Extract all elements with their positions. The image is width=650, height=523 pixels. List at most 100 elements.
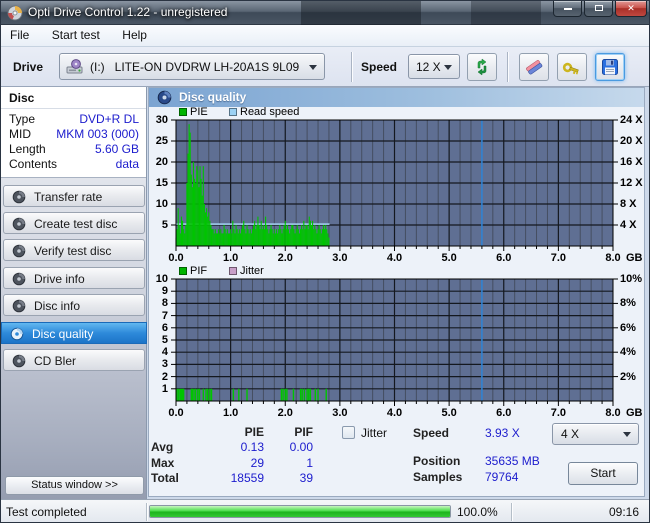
progress-percent: 100.0% [457,505,498,519]
disc-icon [12,190,26,204]
stats-avg-pie: 0.13 [240,440,264,454]
legend-swatch [229,267,237,275]
x-axis-tick: 8.0 [605,252,621,264]
stats-col-pie: PIE [244,425,264,439]
minimize-button[interactable] [553,1,582,17]
main-header: Disc quality [149,88,644,107]
erase-disc-button[interactable] [519,53,549,81]
x-axis-tick: 6.0 [496,407,512,419]
sidebar-item-disc-info[interactable]: Disc info [3,294,145,316]
save-floppy-icon [602,59,618,75]
x-axis-tick: 5.0 [441,252,457,264]
y-axis-right-tick: 4 X [620,219,637,231]
progress-bar-fill [150,506,450,517]
menu-start-test[interactable]: Start test [43,25,109,45]
disc-contents-label: Contents [9,157,58,171]
maximize-button[interactable] [584,1,613,17]
divider [511,503,512,521]
stats-total-pif: 39 [299,471,313,485]
x-axis-tick: 4.0 [386,407,403,419]
legend-jitter: Jitter [229,266,264,277]
y-axis-right-tick: 24 X [620,114,643,126]
status-window-button[interactable]: Status window >> [5,476,144,495]
disc-panel-title: Disc [9,91,35,105]
x-axis-tick: 0.0 [168,252,184,264]
drive-select-value: (I:) LITE-ON DVDRW LH-20A1S 9L09 [90,60,300,74]
stats-max-label: Max [151,456,175,470]
x-axis-tick: 1.0 [222,407,239,419]
toolbar: Drive (I:) LITE-ON DVDRW LH-20A1S 9L09 S… [1,47,649,87]
write-speed-select[interactable]: 4 X [552,423,639,445]
y-axis-left-tick: 30 [155,114,168,126]
samples-stat-value: 79764 [485,470,519,484]
x-axis-unit: GB [626,407,643,419]
start-button[interactable]: Start [568,462,638,485]
progress-bar [149,505,451,518]
sidebar-item-verify-test-disc[interactable]: Verify test disc [3,239,145,261]
sidebar-item-label: CD Bler [34,354,77,368]
title-bar[interactable]: Opti Drive Control 1.22 - unregistered ✕ [1,1,649,25]
x-axis-tick: 0.0 [168,407,184,419]
samples-stat-label: Samples [413,470,463,484]
y-axis-right-tick: 4% [620,346,636,359]
legend-swatch [179,267,187,275]
save-button[interactable] [595,53,625,81]
y-axis-left-tick: 1 [161,382,168,395]
sidebar-item-drive-info[interactable]: Drive info [3,267,145,289]
x-axis-tick: 3.0 [332,407,348,419]
legend-swatch [229,108,237,116]
y-axis-left-tick: 9 [161,285,168,298]
stats-total-label: Total [151,471,179,485]
legend-swatch [179,108,187,116]
y-axis-right-tick: 8 X [620,198,637,210]
speed-select[interactable]: 12 X [408,54,460,79]
glass-reflection [471,1,541,25]
divider [146,503,147,521]
pie-read-speed-chart [171,119,618,251]
register-button[interactable] [557,53,587,81]
refresh-button[interactable] [467,53,497,81]
legend-pie: PIE [179,107,208,118]
x-axis-tick: 2.0 [277,252,293,264]
disc-info-panel: Disc Type DVD+R DL MID MKM 003 (000) Lengt… [1,87,146,178]
drive-label: Drive [13,60,44,74]
y-axis-left-tick: 5 [161,334,168,346]
y-axis-right-tick: 12 X [620,177,643,189]
disc-icon [12,217,26,231]
y-axis-right-tick: 10% [620,273,643,285]
jitter-checkbox[interactable] [342,426,355,439]
position-stat-value: 35635 MB [485,454,540,468]
y-axis-right-tick: 6% [620,321,636,334]
sidebar-item-transfer-rate[interactable]: Transfer rate [3,185,145,207]
x-axis-tick: 8.0 [605,407,621,419]
stats-col-pif: PIF [294,425,313,439]
disc-quality-icon [157,90,172,105]
close-button[interactable]: ✕ [615,1,647,17]
sidebar: Disc Type DVD+R DL MID MKM 003 (000) Lengt… [1,87,147,499]
speed-label: Speed [361,60,398,74]
sidebar-item-create-test-disc[interactable]: Create test disc [3,212,145,234]
menu-file[interactable]: File [1,25,38,45]
stats-avg-label: Avg [151,440,174,454]
disc-icon [12,272,26,286]
drive-select[interactable]: (I:) LITE-ON DVDRW LH-20A1S 9L09 [59,53,325,80]
disc-type-label: Type [9,112,36,126]
sidebar-item-disc-quality[interactable]: Disc quality [1,322,147,344]
menu-help[interactable]: Help [113,25,156,45]
y-axis-left-tick: 25 [155,135,168,147]
sidebar-item-label: Disc quality [32,327,94,341]
y-axis-right-tick: 20 X [620,135,643,147]
x-axis-tick: 3.0 [332,252,348,264]
sidebar-item-label: Transfer rate [34,190,103,204]
y-axis-right-tick: 2% [620,370,636,383]
disc-icon [12,299,26,313]
refresh-icon [477,58,487,76]
y-axis-left-tick: 6 [161,321,168,334]
app-window: Opti Drive Control 1.22 - unregistered ✕… [0,0,650,523]
y-axis-left-tick: 7 [161,309,168,322]
disc-icon [12,354,26,368]
sidebar-item-cd-bler[interactable]: CD Bler [3,349,145,371]
chevron-down-icon [309,64,317,70]
y-axis-left-tick: 4 [161,346,168,359]
chevron-down-icon [623,432,631,437]
